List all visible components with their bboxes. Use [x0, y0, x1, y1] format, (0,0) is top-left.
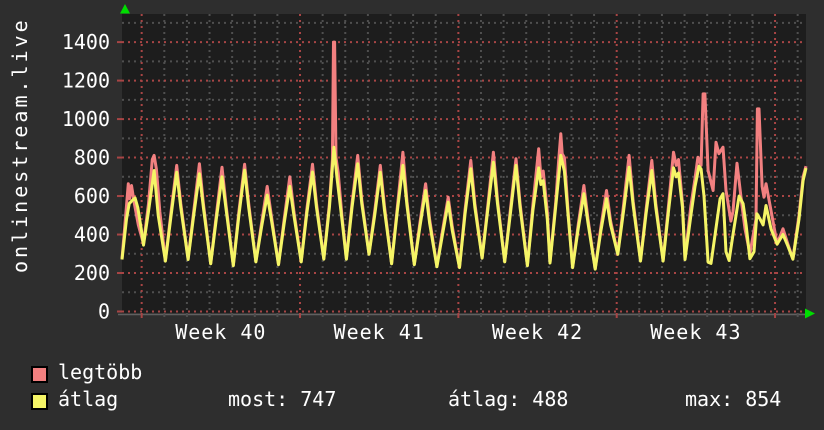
- x-tick-label: Week 40: [175, 320, 266, 344]
- x-tick-label: Week 42: [492, 320, 583, 344]
- y-axis-labels: 0 200 400 600 800 1000 1200 1400: [62, 30, 110, 323]
- legend-label-legtobb: legtöbb: [58, 360, 143, 384]
- legend-swatch-legtobb: [31, 366, 48, 383]
- y-tick-label: 600: [74, 184, 110, 208]
- y-tick-label: 1000: [62, 107, 110, 131]
- stat-atlag: átlag: 488: [448, 387, 569, 411]
- stat-max: max: 854: [685, 387, 782, 411]
- y-axis-arrow-icon: [120, 4, 130, 14]
- graph-title: onlinestream.live: [8, 17, 32, 273]
- legend-label-atlag: átlag: [58, 387, 119, 411]
- y-tick-label: 800: [74, 146, 110, 170]
- y-tick-label: 400: [74, 223, 110, 247]
- x-tick-label: Week 41: [334, 320, 425, 344]
- y-tick-label: 0: [98, 300, 110, 324]
- y-tick-label: 200: [74, 261, 110, 285]
- stat-most: most: 747: [228, 387, 337, 411]
- x-axis-labels: Week 40 Week 41 Week 42 Week 43: [175, 320, 741, 344]
- chart-canvas: 0 200 400 600 800 1000 1200 1400 Week 40 Week 41…: [8, 4, 815, 344]
- rrd-graph: 0 200 400 600 800 1000 1200 1400 Week 40 Week 41…: [0, 0, 824, 430]
- x-tick-label: Week 43: [650, 320, 741, 344]
- plot-area: [122, 14, 806, 313]
- y-tick-label: 1400: [62, 30, 110, 54]
- x-axis-arrow-icon: [805, 308, 815, 319]
- y-tick-label: 1200: [62, 69, 110, 93]
- legend-swatch-atlag: [31, 393, 48, 410]
